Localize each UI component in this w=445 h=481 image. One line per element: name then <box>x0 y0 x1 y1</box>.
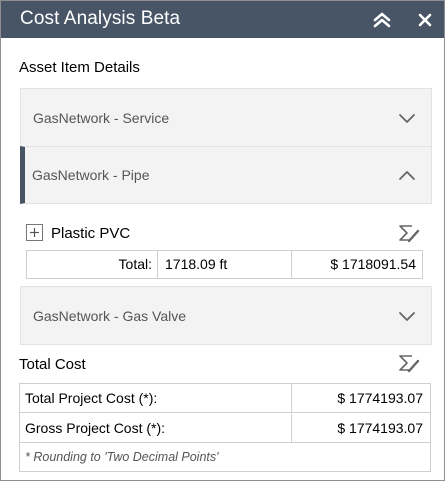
accordion-gasnetwork-pipe[interactable]: GasNetwork - Pipe <box>20 146 432 204</box>
chevron-down-icon <box>399 114 415 123</box>
total-cost-heading: Total Cost <box>19 356 86 373</box>
sigma-edit-icon[interactable] <box>398 353 420 373</box>
column-divider <box>157 251 158 278</box>
accordion-gasnetwork-gas-valve[interactable]: GasNetwork - Gas Valve <box>20 286 432 345</box>
accordion-gasnetwork-service[interactable]: GasNetwork - Service <box>20 88 432 147</box>
accordion-label: GasNetwork - Service <box>33 110 170 126</box>
asset-item-details-heading: Asset Item Details <box>19 59 140 76</box>
row-label: Gross Project Cost (*): <box>25 420 166 436</box>
sigma-edit-icon[interactable] <box>398 223 420 243</box>
chevron-up-icon <box>399 171 415 180</box>
rounding-note: * Rounding to 'Two Decimal Points' <box>25 450 219 464</box>
row-value: $ 1774193.07 <box>337 420 423 436</box>
column-divider <box>291 384 292 413</box>
totals-label: Total: <box>118 256 152 272</box>
plus-box-icon[interactable] <box>26 224 43 241</box>
totals-quantity: 1718.09 ft <box>165 256 228 272</box>
pipe-totals-table: Total: 1718.09 ft $ 1718091.54 <box>26 250 423 279</box>
material-name: Plastic PVC <box>51 225 131 242</box>
panel-titlebar: Cost Analysis Beta <box>1 1 444 38</box>
close-icon[interactable] <box>415 10 435 30</box>
accordion-label: GasNetwork - Pipe <box>32 167 150 183</box>
accordion-label: GasNetwork - Gas Valve <box>33 308 187 324</box>
cost-analysis-panel: Cost Analysis Beta Asset Item Details Ga… <box>0 0 445 481</box>
panel-title: Cost Analysis Beta <box>20 8 181 29</box>
table-row: Total Project Cost (*): $ 1774193.07 <box>20 384 430 413</box>
total-cost-table: Total Project Cost (*): $ 1774193.07 Gro… <box>19 383 431 472</box>
table-row: Gross Project Cost (*): $ 1774193.07 <box>20 414 430 443</box>
column-divider <box>291 414 292 443</box>
row-value: $ 1774193.07 <box>337 390 423 406</box>
column-divider <box>291 251 292 278</box>
chevron-down-icon <box>399 312 415 321</box>
row-label: Total Project Cost (*): <box>25 390 158 406</box>
chevrons-up-icon[interactable] <box>371 10 393 30</box>
totals-cost: $ 1718091.54 <box>330 256 416 272</box>
